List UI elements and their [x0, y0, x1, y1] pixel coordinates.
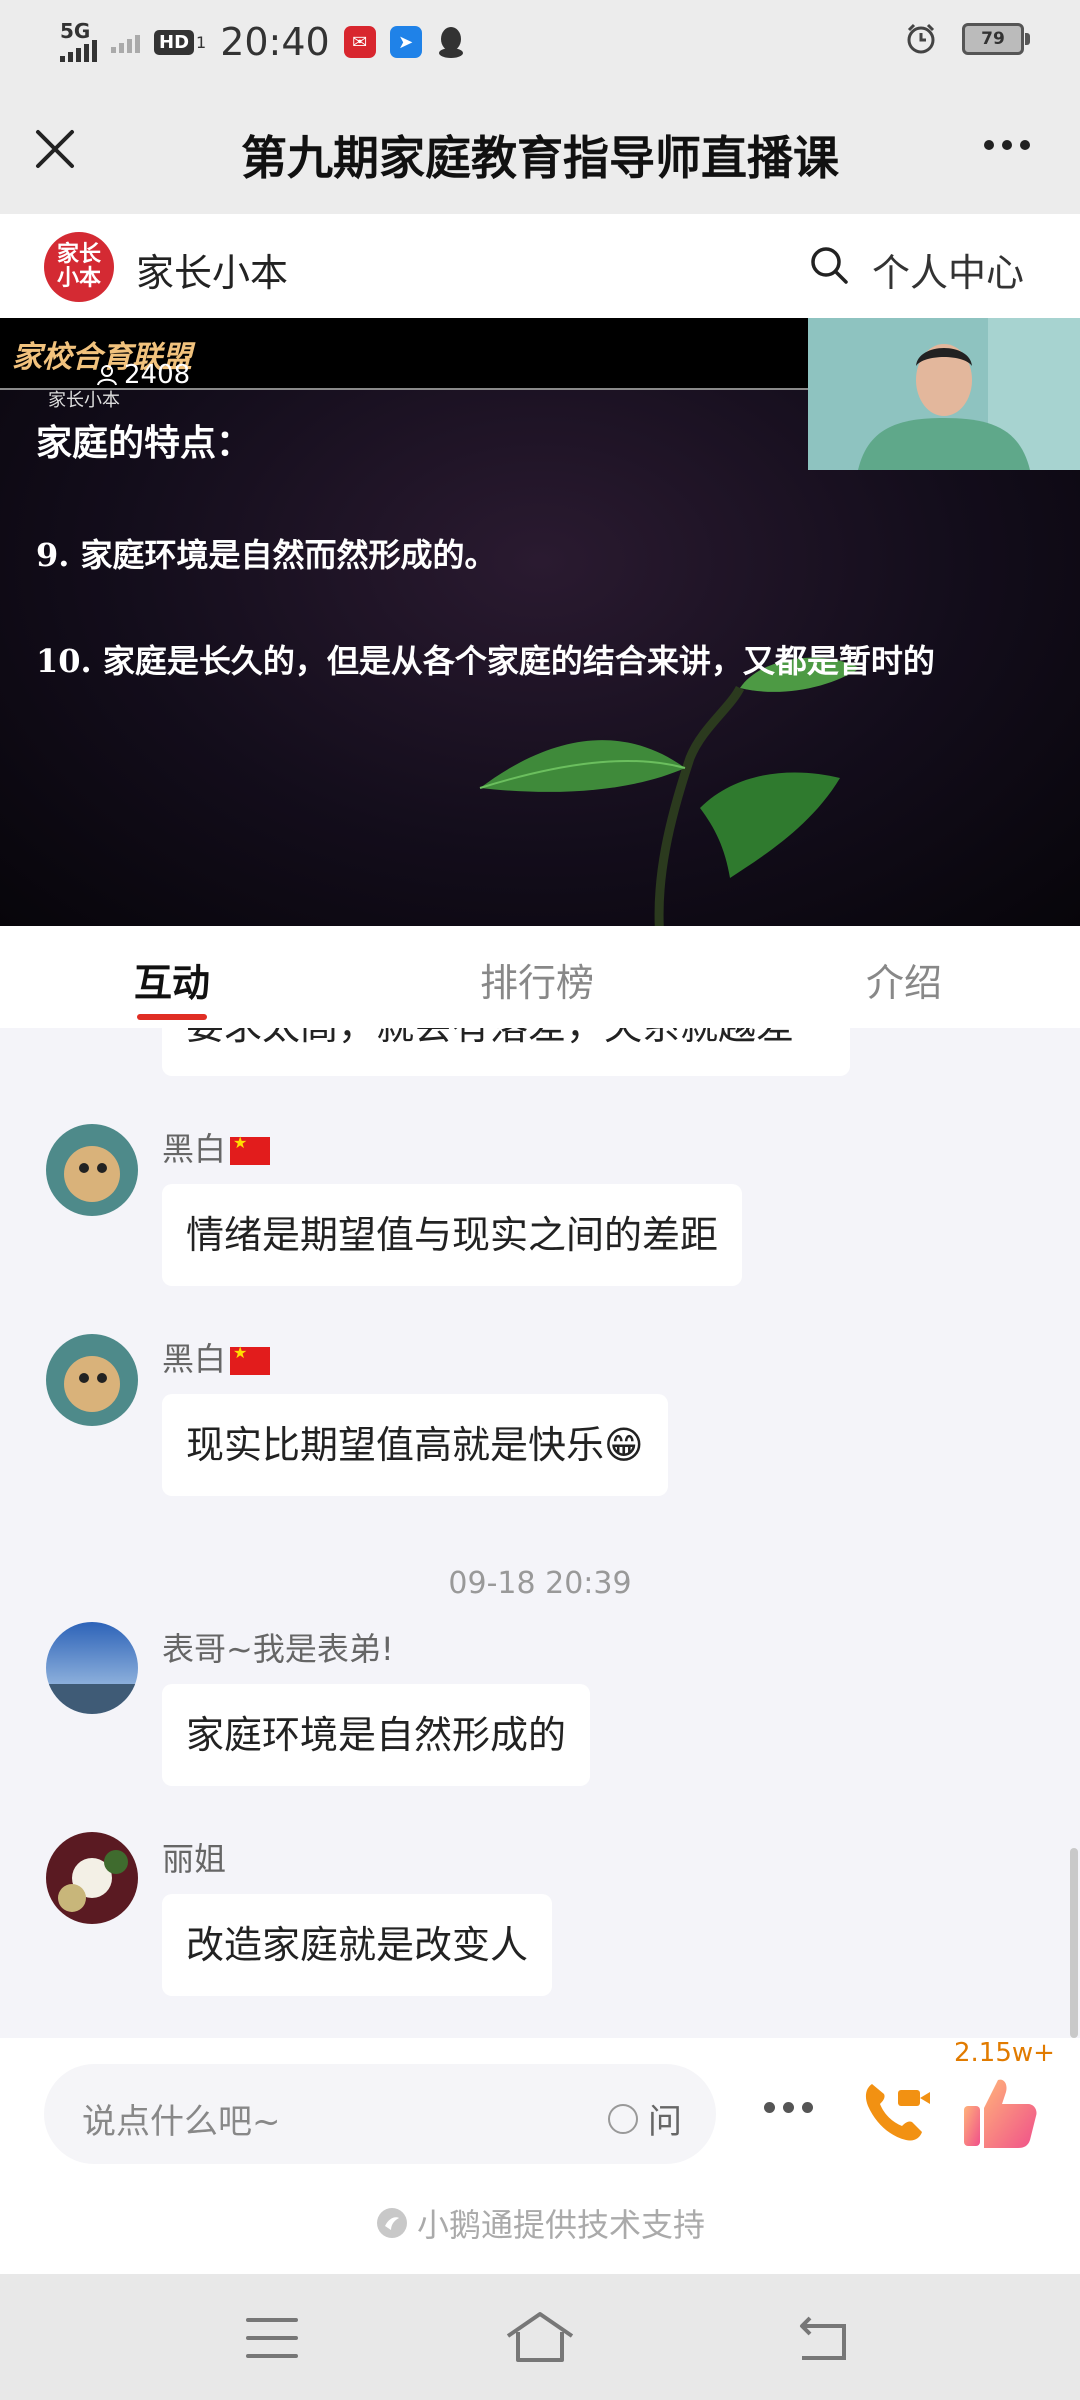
- hd-badge: HD: [154, 29, 195, 55]
- avatar[interactable]: [46, 1334, 138, 1426]
- status-left: 5G HD 1 20:40 ✉ ➤: [60, 18, 466, 66]
- qq-icon: [438, 27, 463, 58]
- alarm-icon: [907, 23, 935, 54]
- status-right: 79: [904, 22, 1030, 56]
- tab-interaction[interactable]: 互动: [134, 952, 210, 1007]
- chat-username: 丽姐: [162, 1840, 227, 1878]
- chat-timestamp: 09-18 20:39: [448, 1566, 632, 1601]
- tab-active-indicator: [137, 1014, 207, 1020]
- chat-bubble: 家庭环境是自然形成的: [162, 1684, 591, 1786]
- back-icon[interactable]: [794, 2314, 852, 2362]
- status-bar: 5G HD 1 20:40 ✉ ➤ 79: [0, 0, 1080, 84]
- page-title: 第九期家庭教育指导师直播课: [241, 131, 839, 185]
- menu-icon[interactable]: [244, 2316, 300, 2360]
- chat-list[interactable]: 要求太高，就会有落差，失系就越差 黑白 情绪是期望值与现实之间的差距 黑白 现实…: [0, 1028, 1080, 2038]
- chat-bubble: 改造家庭就是改变人: [162, 1894, 553, 1996]
- avatar[interactable]: [46, 1622, 138, 1714]
- cn-flag-icon: [230, 1133, 271, 1165]
- search-icon[interactable]: [808, 244, 850, 286]
- call-icon[interactable]: [858, 2074, 932, 2148]
- powered-by-text: 小鹅通提供技术支持: [416, 2206, 705, 2244]
- more-options-icon[interactable]: [764, 2102, 813, 2113]
- system-nav-bar: [0, 2274, 1080, 2400]
- ask-radio[interactable]: [608, 2103, 638, 2134]
- chat-bubble-partial: 要求太高，就会有落差，失系就越差: [162, 1028, 850, 1076]
- chat-bubble: 现实比期望值高就是快乐😁: [162, 1394, 668, 1496]
- home-icon[interactable]: [504, 2310, 576, 2364]
- channel-logo-text: 家长小本: [56, 242, 101, 291]
- title-bar: 第九期家庭教育指导师直播课: [0, 84, 1080, 214]
- input-bar: 说点什么吧~ 问 2.15w+ 小鹅通提供技术支持: [0, 2038, 1080, 2274]
- clock: 20:40: [220, 20, 330, 64]
- presenter-figure: [808, 318, 1080, 470]
- signal-5g: 5G: [60, 19, 97, 62]
- slide-heading: 家庭的特点：: [36, 422, 253, 464]
- user-icon: [97, 365, 117, 386]
- chat-bubble: 情绪是期望值与现实之间的差距: [162, 1184, 743, 1286]
- app-notification-icon: ✉: [343, 26, 376, 58]
- avatar[interactable]: [46, 1124, 138, 1216]
- powered-by: 小鹅通提供技术支持: [0, 2200, 1080, 2246]
- like-icon[interactable]: [960, 2074, 1040, 2150]
- viewer-count-value: 2408: [124, 360, 191, 390]
- chat-username: 表哥~我是表弟!: [162, 1630, 394, 1668]
- signal-bars-icon: [60, 40, 97, 62]
- live-video-player[interactable]: 家校合育联盟 家长小本 2408 家庭的特点： 9. 家庭环境是自然而然形成的。…: [0, 318, 1080, 926]
- comment-placeholder: 说点什么吧~: [82, 2102, 281, 2142]
- more-icon[interactable]: [984, 140, 1030, 150]
- xiaoetong-logo-icon: [376, 2208, 407, 2238]
- comment-input[interactable]: 说点什么吧~ 问: [44, 2064, 716, 2164]
- chat-username: 黑白: [162, 1334, 271, 1380]
- slide-point-9: 9. 家庭环境是自然而然形成的。: [36, 536, 497, 574]
- app-notification-icon-2: ➤: [389, 26, 422, 58]
- cn-flag-icon: [230, 1343, 271, 1375]
- hd-sub: 1: [196, 32, 207, 52]
- slide-point-10: 10. 家庭是长久的，但是从各个家庭的结合来讲，又都是暂时的: [36, 642, 935, 680]
- chat-scrollbar[interactable]: [1070, 1848, 1078, 2038]
- chat-username: 黑白: [162, 1124, 271, 1170]
- tab-intro[interactable]: 介绍: [866, 952, 942, 1007]
- tab-leaderboard[interactable]: 排行榜: [480, 952, 594, 1007]
- ask-label: 问: [648, 2102, 682, 2142]
- channel-header: 家长小本 家长小本 个人中心: [0, 214, 1080, 318]
- like-count: 2.15w+: [954, 2038, 1055, 2068]
- ask-toggle[interactable]: 问: [608, 2094, 682, 2143]
- battery-indicator: 79: [962, 23, 1030, 55]
- network-label: 5G: [60, 19, 91, 43]
- plant-illustration: [479, 657, 860, 926]
- signal-bars-2-icon: [111, 31, 140, 53]
- viewer-count: 2408: [96, 360, 190, 390]
- tab-bar: 互动 排行榜 介绍: [0, 926, 1080, 1028]
- presenter-video[interactable]: [808, 318, 1080, 470]
- channel-logo[interactable]: 家长小本: [44, 232, 114, 302]
- personal-center-link[interactable]: 个人中心: [872, 242, 1024, 297]
- channel-name[interactable]: 家长小本: [136, 242, 288, 297]
- avatar[interactable]: [46, 1832, 138, 1924]
